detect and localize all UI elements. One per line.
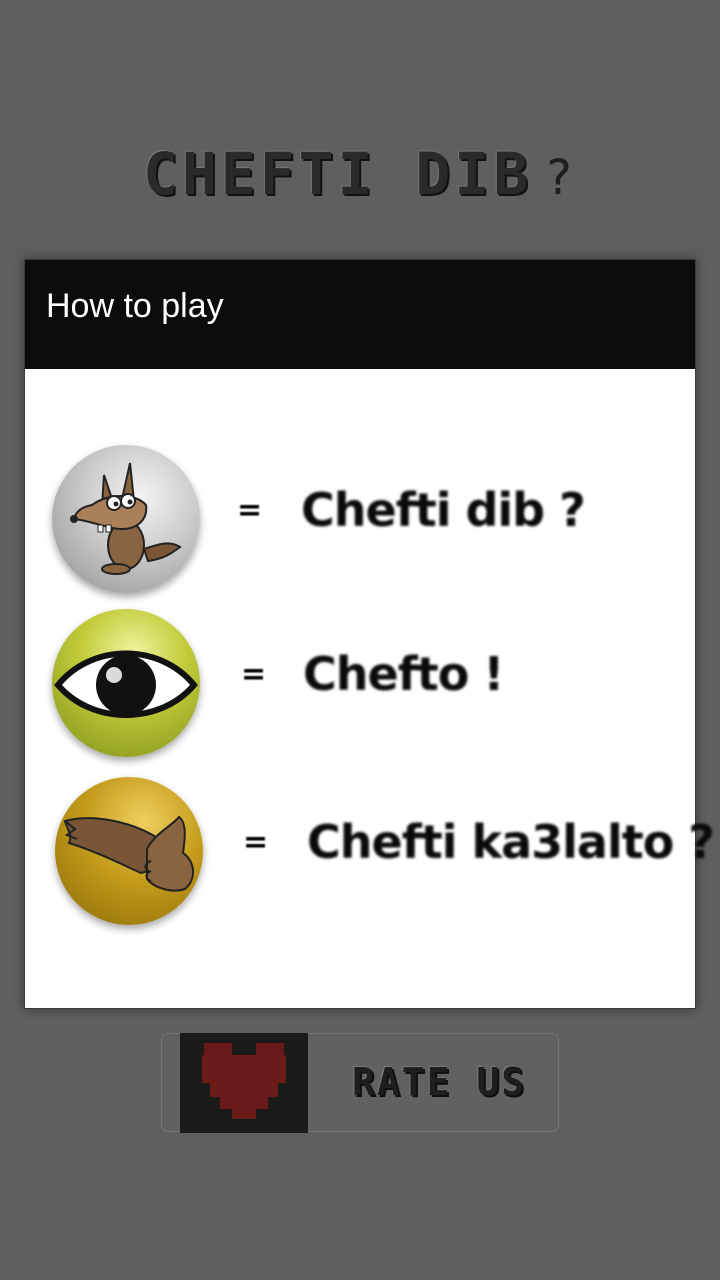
phrase-text: Chefti ka3lalto ? bbox=[307, 815, 715, 869]
app-title-text: CHEFTI DIB bbox=[142, 140, 533, 208]
heart-icon bbox=[180, 1033, 308, 1133]
legend-row: = Chefti dib ? bbox=[25, 445, 695, 595]
legend-row: = Chefto ! bbox=[25, 609, 695, 759]
screen: CHEFTI DIB? RATE US How to play = Chefti… bbox=[0, 0, 720, 1280]
eye-icon bbox=[52, 609, 200, 757]
rate-us-label: RATE US bbox=[352, 1060, 527, 1104]
rate-us-button[interactable]: RATE US bbox=[161, 1033, 559, 1133]
tail-hand-icon bbox=[55, 777, 203, 925]
dialog-title: How to play bbox=[46, 287, 224, 325]
coyote-icon bbox=[52, 445, 200, 593]
dialog-header: How to play bbox=[25, 260, 695, 369]
phrase-text: Chefto ! bbox=[303, 647, 504, 701]
how-to-play-dialog: How to play = Chefti dib ? = Chefto ! = … bbox=[24, 259, 715, 1009]
equals-sign: = bbox=[243, 825, 269, 860]
equals-sign: = bbox=[237, 493, 263, 528]
phrase-text: Chefti dib ? bbox=[301, 483, 586, 537]
app-title-question-mark: ? bbox=[544, 150, 578, 206]
legend-row: = Chefti ka3lalto ? bbox=[25, 777, 715, 927]
app-title: CHEFTI DIB? bbox=[0, 140, 720, 208]
equals-sign: = bbox=[241, 657, 267, 692]
dialog-body: = Chefti dib ? = Chefto ! = Chefti ka3la… bbox=[25, 369, 715, 1008]
